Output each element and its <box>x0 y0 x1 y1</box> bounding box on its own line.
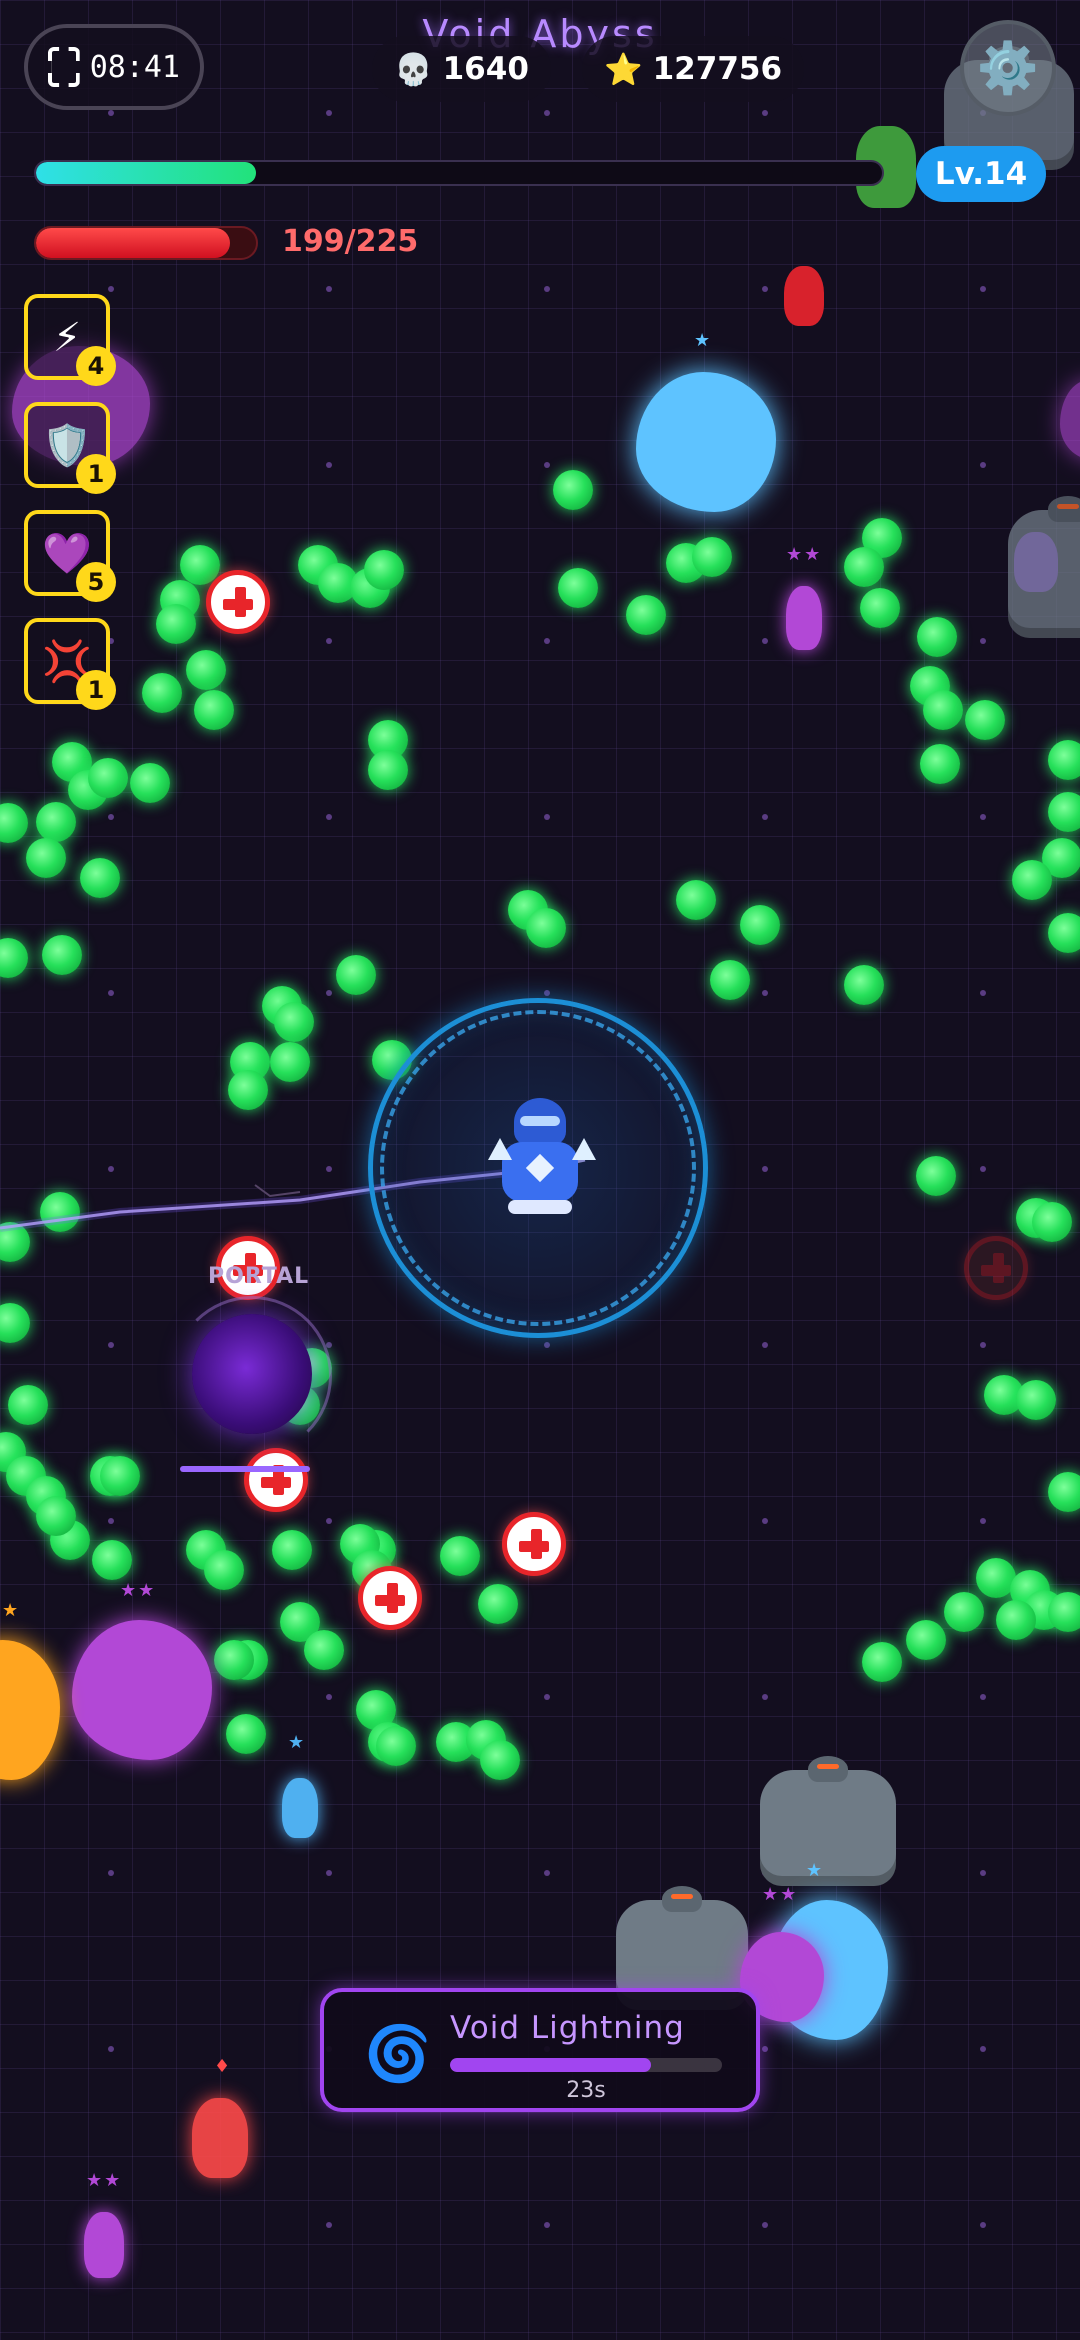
enemy-purple-imp[interactable] <box>786 586 822 650</box>
gear-icon: ⚙️ <box>976 39 1040 97</box>
skill-slot-heart[interactable]: 💜 5 <box>24 510 116 602</box>
skill-count: 5 <box>76 562 116 602</box>
settings-button[interactable]: ⚙️ <box>960 20 1056 116</box>
ability-card[interactable]: 🌀 Void Lightning 23s <box>320 1988 760 2112</box>
enemy-rank-stars: ★ <box>2 1600 21 1621</box>
medkit-pickup[interactable] <box>244 1448 308 1512</box>
kill-counter: 💀 1640 <box>372 36 551 102</box>
spiral-icon: 🌀 <box>364 2022 432 2085</box>
xp-bar-fill <box>36 162 256 184</box>
enemy-rank-stars: ★ <box>806 1860 825 1881</box>
enemy-rank-stars: ★ <box>288 1732 307 1753</box>
portal-ring <box>172 1296 332 1456</box>
xp-bar <box>34 160 884 186</box>
kill-count: 1640 <box>442 51 529 87</box>
hp-bar-fill <box>36 228 231 258</box>
medkit-pickup[interactable] <box>206 570 270 634</box>
enemy-red-cyclops[interactable] <box>784 266 824 326</box>
enemy-rank-stars: ★ <box>694 330 713 351</box>
enemy-purple-slime[interactable] <box>72 1620 212 1760</box>
enemy-stone-golem[interactable] <box>760 1756 896 1886</box>
enemy-blue-slime[interactable] <box>636 372 776 512</box>
medkit-pickup[interactable] <box>358 1566 422 1630</box>
enemy-rank-stars: ★★ <box>120 1580 157 1601</box>
skill-slot-anger[interactable]: 💢 1 <box>24 618 116 710</box>
ability-cooldown-bar <box>450 2058 722 2072</box>
enemy-blue-imp[interactable] <box>282 1778 318 1838</box>
portal-label: PORTAL <box>208 1264 310 1289</box>
enemy-stone-golem[interactable] <box>1008 496 1080 638</box>
medkit-pickup[interactable] <box>964 1236 1028 1300</box>
coin-count: 127756 <box>652 51 783 87</box>
skill-slot-lightning[interactable]: ⚡ 4 <box>24 294 116 386</box>
coin-counter: ⭐ 127756 <box>582 36 805 102</box>
enemy-rank-stars: ★★ <box>786 544 823 565</box>
hp-bar <box>34 226 258 260</box>
enemy-rank-stars: ★★ <box>86 2170 123 2191</box>
enemy-rank-marker: ♦ <box>214 2056 233 2077</box>
level-badge: Lv.14 <box>916 146 1046 202</box>
enemy-rank-stars: ★★ <box>762 1884 799 1905</box>
ability-name: Void Lightning <box>450 2010 685 2046</box>
ability-cooldown-fill <box>450 2058 652 2072</box>
medkit-pickup[interactable] <box>502 1512 566 1576</box>
lightning-icon: ⚡ <box>52 315 82 361</box>
enemy-red-imp[interactable] <box>192 2098 248 2178</box>
hp-text: 199/225 <box>282 224 419 259</box>
skill-count: 1 <box>76 454 116 494</box>
ability-cooldown-text: 23s <box>566 2078 606 2103</box>
star-icon: ⭐ <box>604 51 643 88</box>
enemy-purple-imp[interactable] <box>84 2212 124 2278</box>
skill-count: 4 <box>76 346 116 386</box>
skill-slot-shield[interactable]: 🛡️ 1 <box>24 402 116 494</box>
skull-icon: 💀 <box>394 51 433 88</box>
skill-count: 1 <box>76 670 116 710</box>
portal-progress-bar <box>180 1466 310 1472</box>
player-character[interactable] <box>488 1098 596 1218</box>
